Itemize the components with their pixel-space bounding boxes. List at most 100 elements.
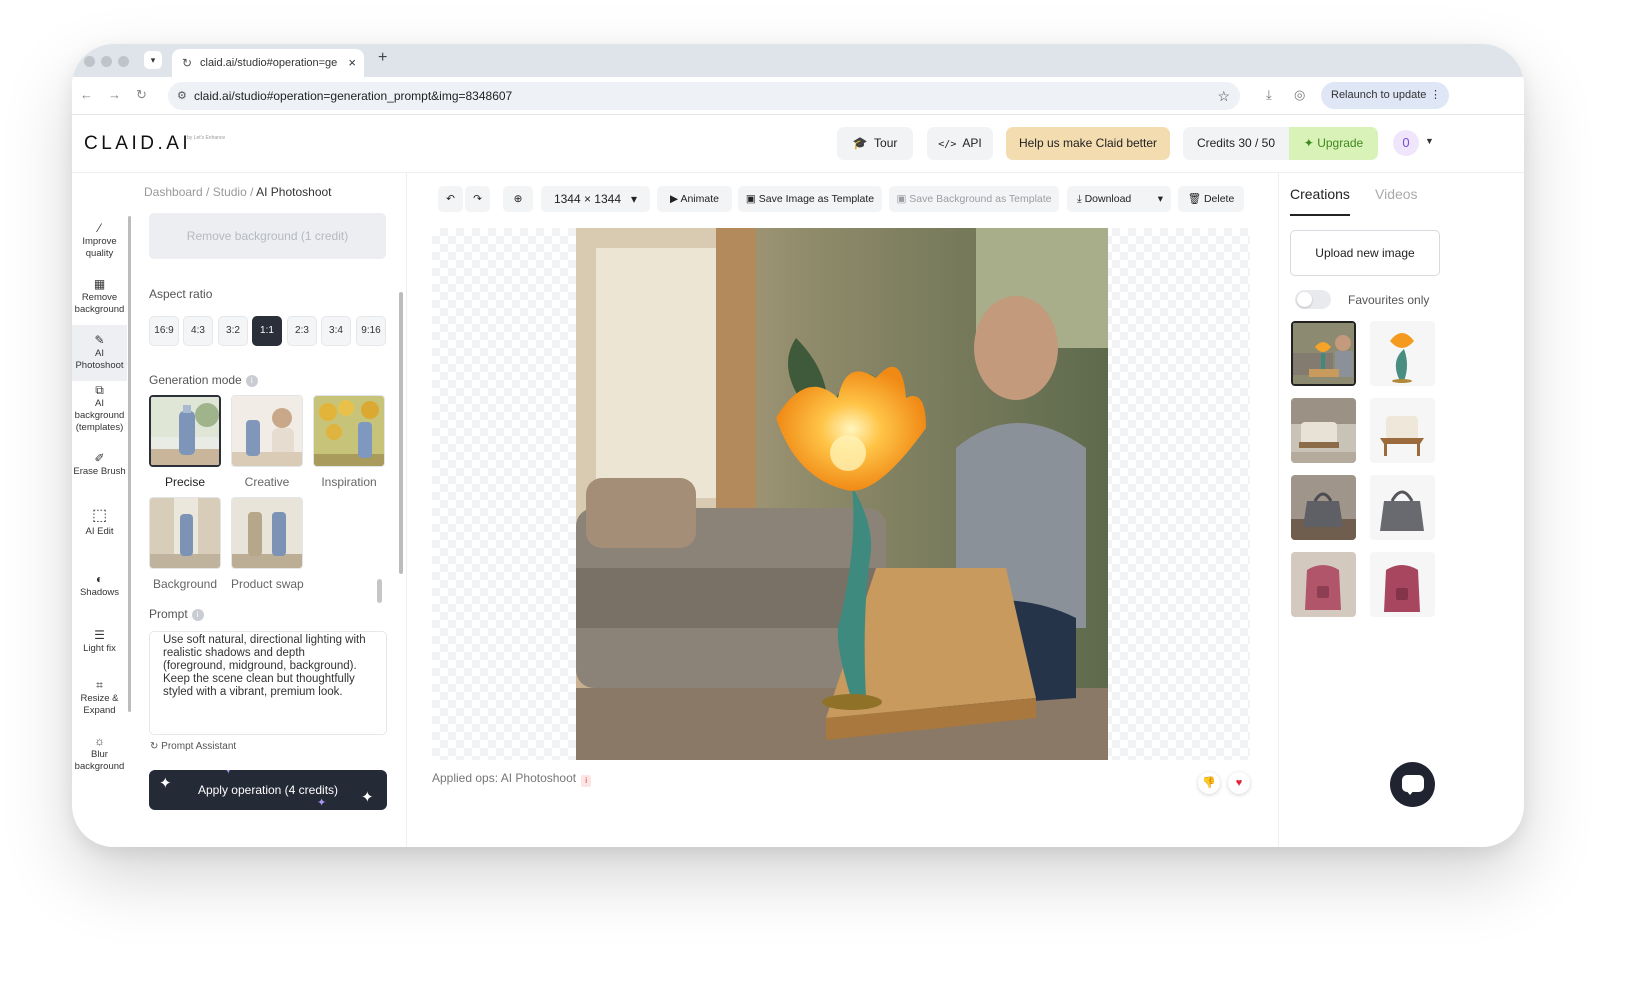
info-icon[interactable]: i — [191, 609, 204, 621]
remove-background-button[interactable]: Remove background (1 credit) — [149, 213, 386, 259]
ratio-4-3[interactable]: 4:3 — [183, 316, 213, 346]
rail-remove-background[interactable]: ▦ Remove background — [72, 277, 127, 316]
prompt-textarea[interactable]: Use soft natural, directional lighting w… — [149, 631, 387, 735]
rail-ai-background[interactable]: ⧉ AI background (templates) — [72, 383, 127, 434]
relaunch-button[interactable]: Relaunch to update ⋮ — [1321, 82, 1449, 109]
creation-thumbnail[interactable] — [1370, 552, 1435, 617]
rail-light-fix[interactable]: ☰ Light fix — [72, 628, 127, 655]
ratio-3-2[interactable]: 3:2 — [218, 316, 248, 346]
delete-label: Delete — [1203, 193, 1235, 205]
url-field[interactable]: ⚙ claid.ai/studio#operation=generation_p… — [168, 82, 1240, 110]
prompt-scrollbar[interactable] — [377, 579, 382, 603]
creation-thumbnail[interactable] — [1291, 475, 1356, 540]
account-chevron-down-icon[interactable]: ▼ — [1425, 136, 1434, 146]
rail-improve-quality[interactable]: ⁄ Improve quality — [72, 221, 127, 260]
crop-icon: ⌗ — [96, 678, 103, 692]
heart-icon[interactable]: ♥ — [1228, 772, 1250, 794]
breadcrumb-dashboard[interactable]: Dashboard — [144, 185, 203, 199]
upload-image-button[interactable]: Upload new image — [1290, 230, 1440, 276]
api-button[interactable]: </> API — [927, 127, 993, 160]
ratio-9-16[interactable]: 9:16 — [356, 316, 386, 346]
rail-ai-edit[interactable]: ⬚ AI Edit — [72, 507, 127, 538]
refresh-icon: ↻ — [150, 741, 159, 752]
save-bg-template-label: Save Background as Template — [909, 193, 1052, 205]
site-settings-icon[interactable]: ⚙ — [177, 82, 187, 110]
avatar[interactable]: 0 — [1393, 130, 1419, 156]
apply-operation-button[interactable]: ✦ ✦ ✦ ✦ Apply operation (4 credits) — [149, 770, 387, 810]
sparkle-icon: ✦ — [1303, 136, 1314, 150]
breadcrumb-current: AI Photoshoot — [256, 185, 332, 199]
rail-ai-photoshoot[interactable]: ✎ AI Photoshoot — [72, 325, 127, 381]
ratio-2-3[interactable]: 2:3 — [287, 316, 317, 346]
logo[interactable]: CLAID.AI — [84, 133, 191, 155]
rail-resize-expand[interactable]: ⌗ Resize & Expand — [72, 678, 127, 717]
window-maximize-dot[interactable] — [118, 56, 129, 67]
panel-scrollbar[interactable] — [399, 292, 403, 574]
image-canvas[interactable] — [432, 228, 1250, 760]
creation-thumbnail[interactable] — [1370, 398, 1435, 463]
generated-image — [576, 228, 1108, 760]
window-close-dot[interactable] — [84, 56, 95, 67]
creation-thumbnail[interactable] — [1291, 552, 1356, 617]
rail-label: Remove background — [74, 292, 125, 315]
ratio-3-4[interactable]: 3:4 — [321, 316, 351, 346]
back-icon[interactable]: ← — [80, 87, 93, 102]
save-image-template-button[interactable]: ▣ Save Image as Template — [738, 186, 882, 212]
info-badge-icon[interactable]: i — [581, 775, 592, 787]
new-tab-icon[interactable]: + — [378, 49, 387, 67]
tab-search-icon[interactable]: ▾ — [144, 51, 162, 69]
undo-icon[interactable]: ↶ — [438, 186, 463, 212]
downloads-icon[interactable]: ⤓ — [1266, 87, 1272, 103]
download-button[interactable]: ⤓ Download ▾ — [1067, 186, 1171, 212]
mode-background[interactable]: Background — [149, 497, 221, 591]
breadcrumb-studio[interactable]: Studio — [213, 185, 247, 199]
redo-icon[interactable]: ↷ — [465, 186, 490, 212]
more-menu-icon[interactable]: ⋮ — [1430, 82, 1441, 109]
window-minimize-dot[interactable] — [101, 56, 112, 67]
tour-button[interactable]: 🎓 Tour — [837, 127, 913, 160]
ratio-1-1[interactable]: 1:1 — [252, 316, 282, 346]
chevron-down-icon[interactable]: ▾ — [1158, 186, 1163, 212]
info-icon[interactable]: i — [245, 375, 258, 387]
upgrade-button[interactable]: ✦ Upgrade — [1289, 127, 1378, 160]
reload-icon[interactable]: ↻ — [136, 87, 147, 103]
rail-erase-brush[interactable]: ✐ Erase Brush — [72, 451, 127, 478]
rail-label: Light fix — [83, 643, 116, 654]
mode-precise[interactable]: Precise — [149, 395, 221, 489]
ratio-16-9[interactable]: 16:9 — [149, 316, 179, 346]
tab-creations[interactable]: Creations — [1290, 186, 1350, 216]
mode-inspiration[interactable]: Inspiration — [313, 395, 385, 489]
chat-button[interactable] — [1390, 762, 1435, 807]
mode-label: Creative — [244, 475, 290, 489]
graduation-cap-icon: 🎓 — [852, 136, 868, 150]
mode-creative[interactable]: Creative — [231, 395, 303, 489]
rail-shadows[interactable]: ◐ Shadows — [72, 572, 127, 599]
forward-icon[interactable]: → — [108, 87, 121, 102]
tab-videos[interactable]: Videos — [1375, 186, 1418, 202]
app-header: CLAID.AI by Let's Enhance 🎓 Tour </> API… — [72, 115, 1524, 173]
thumbs-down-icon[interactable]: 👎 — [1198, 772, 1220, 794]
creation-thumbnail[interactable] — [1370, 475, 1435, 540]
delete-button[interactable]: 🗑 Delete — [1178, 186, 1244, 212]
rail-scrollbar[interactable] — [128, 216, 131, 712]
creation-thumbnail[interactable] — [1370, 321, 1435, 386]
mode-label: Precise — [164, 475, 205, 489]
save-background-template-button[interactable]: ▣ Save Background as Template — [889, 186, 1059, 212]
prompt-assistant-button[interactable]: ↻ Prompt Assistant — [150, 741, 236, 752]
creation-thumbnail[interactable] — [1291, 321, 1356, 386]
rail-label: Erase Brush — [73, 466, 126, 477]
favourites-toggle[interactable] — [1295, 290, 1331, 309]
rail-blur-background[interactable]: ☼ Blur background — [72, 734, 127, 773]
bookmark-star-icon[interactable]: ☆ — [1217, 82, 1230, 110]
zoom-icon[interactable]: ⊕ — [503, 186, 533, 212]
mode-product-swap[interactable]: Product swap — [231, 497, 304, 591]
animate-button[interactable]: ▶ Animate — [657, 186, 732, 212]
feedback-button[interactable]: Help us make Claid better — [1006, 127, 1170, 160]
browser-tab[interactable]: ↻ claid.ai/studio#operation=ge × — [172, 49, 364, 77]
size-dropdown[interactable]: 1344 × 1344 ▾ — [541, 186, 650, 212]
close-tab-icon[interactable]: × — [348, 49, 356, 77]
prompt-label: Prompt — [149, 607, 188, 621]
ai-edit-icon: ⬚ — [91, 507, 108, 524]
profile-icon[interactable]: ◎ — [1294, 87, 1305, 103]
creation-thumbnail[interactable] — [1291, 398, 1356, 463]
